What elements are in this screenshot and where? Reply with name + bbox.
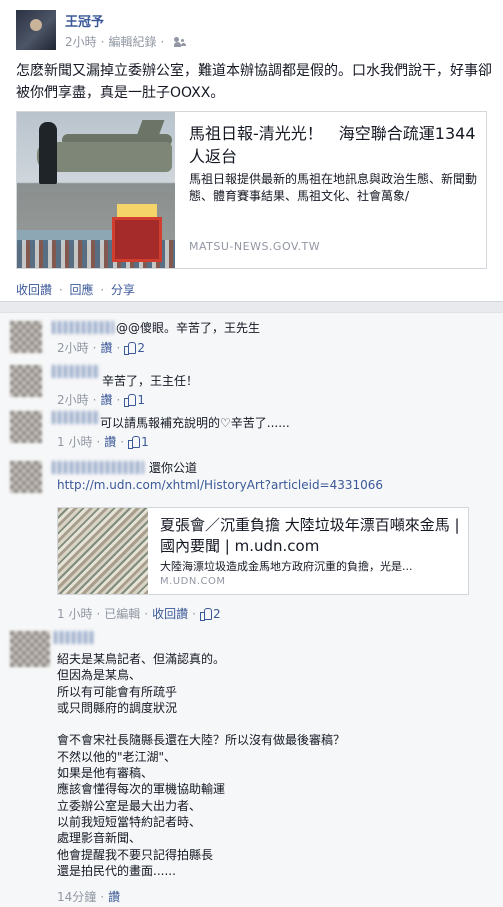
link-description: 馬祖日報提供最新的馬祖在地訊息與政治生態、新聞動態、體育賽事結果、馬祖文化、社會… xyxy=(189,172,478,203)
commenter-name[interactable] xyxy=(54,631,94,644)
link-title[interactable]: 馬祖日報-清光光！ 海空聯合疏運1344人返台 xyxy=(189,122,479,168)
meta-separator: · xyxy=(192,606,196,621)
comment-link-url[interactable]: http://m.udn.com/xhtml/HistoryArt?articl… xyxy=(57,478,383,492)
comment-time[interactable]: 1 小時 xyxy=(57,605,92,622)
commenter-avatar[interactable] xyxy=(10,365,42,397)
meta-separator: · xyxy=(100,889,105,904)
meta-separator: · xyxy=(92,340,97,355)
unlike-button[interactable]: 收回讚 xyxy=(152,605,188,622)
comment-text: 還你公道 xyxy=(149,461,198,475)
meta-separator: · xyxy=(116,392,121,407)
edit-history-link[interactable]: 編輯紀錄 xyxy=(108,33,156,50)
comment-meta: 1 小時 · 讚 · 1 xyxy=(57,433,149,450)
comment-text: 可以請馬報補充說明的♡辛苦了...... xyxy=(100,416,290,430)
meta-separator: · xyxy=(96,606,101,621)
commenter-avatar[interactable] xyxy=(10,411,42,443)
commenter-avatar[interactable] xyxy=(10,631,50,667)
meta-separator: · xyxy=(116,340,121,355)
commenter-avatar[interactable] xyxy=(10,461,42,493)
comment-meta: 2小時 · 讚 · 2 xyxy=(57,339,145,356)
meta-separator: · xyxy=(92,392,97,407)
friends-audience-icon[interactable] xyxy=(174,36,186,47)
comment-time[interactable]: 14分鐘 xyxy=(57,888,96,905)
commenter-name[interactable] xyxy=(52,365,100,378)
post-actions: 收回讚 · 回應 · 分享 xyxy=(16,281,135,298)
stage-shape xyxy=(112,217,162,262)
shared-link-title[interactable]: 夏張會／沉重負擔 大陸垃圾年漂百噸來金馬 | 國內要聞 | m.udn.com xyxy=(160,515,460,557)
thumbs-up-icon[interactable] xyxy=(128,436,141,449)
thumbs-up-icon[interactable] xyxy=(124,394,137,407)
like-button[interactable]: 讚 xyxy=(108,888,120,905)
unlike-button[interactable]: 收回讚 xyxy=(16,283,52,297)
thumbs-up-icon[interactable] xyxy=(199,608,212,621)
plane-shape xyxy=(37,142,172,172)
status-text: 怎麽新聞又漏掉立委辦公室，難道本辦協調都是假的。口水我們說干，好事卻被你們享盡，… xyxy=(16,63,492,101)
like-button[interactable]: 讚 xyxy=(104,433,116,450)
shared-link-domain: M.UDN.COM xyxy=(160,576,226,587)
shared-link-preview[interactable]: 夏張會／沉重負擔 大陸垃圾年漂百噸來金馬 | 國內要聞 | m.udn.com … xyxy=(57,507,469,595)
comment-meta: 14分鐘 · 讚 xyxy=(57,888,120,905)
stage-shape xyxy=(117,204,157,218)
link-preview[interactable]: 馬祖日報-清光光！ 海空聯合疏運1344人返台 馬祖日報提供最新的馬祖在地訊息與… xyxy=(16,111,487,269)
comment-text: 辛苦了，王主任！ xyxy=(102,374,199,388)
link-domain: MATSU-NEWS.GOV.TW xyxy=(189,240,321,253)
comment-meta: 2小時 · 讚 · 1 xyxy=(57,391,145,408)
reply-button[interactable]: 回應 xyxy=(70,283,94,297)
comment-text: 紹夫是某鳥記者、但滿認真的。 但因為是某鳥、 所以有可能會有所疏乎 或只問縣府的… xyxy=(57,652,346,878)
meta-separator: · xyxy=(100,34,105,49)
commenter-name[interactable] xyxy=(52,321,114,334)
meta-separator: · xyxy=(144,606,149,621)
like-count[interactable]: 2 xyxy=(137,341,145,355)
meta-separator: · xyxy=(160,34,165,49)
comment-meta: 1 小時 · 已編輯 · 收回讚 · 2 xyxy=(57,605,221,622)
share-button[interactable]: 分享 xyxy=(111,283,135,297)
author-name[interactable]: 王冠予 xyxy=(65,11,104,30)
post-card: 王冠予 2小時 · 編輯紀錄 · 怎麽新聞又漏掉立委辦公室，難道本辦協調都是假的… xyxy=(0,0,503,302)
comment-time[interactable]: 2小時 xyxy=(57,391,89,408)
like-button[interactable]: 讚 xyxy=(100,391,112,408)
commenter-avatar[interactable] xyxy=(10,321,42,353)
meta-separator: · xyxy=(120,434,125,449)
edited-label[interactable]: 已編輯 xyxy=(104,605,140,622)
link-preview-image[interactable] xyxy=(17,112,175,268)
commenter-name[interactable] xyxy=(52,461,144,474)
shared-link-description: 大陸海漂垃圾造成金馬地方政府沉重的負擔，光是... xyxy=(160,560,413,573)
action-separator: · xyxy=(100,283,105,297)
person-shape xyxy=(39,122,57,184)
comments-section: @@傻眼。辛苦了，王先生 2小時 · 讚 · 2 辛苦了，王主任！ 2小時 · … xyxy=(0,312,503,907)
author-avatar[interactable] xyxy=(16,10,56,50)
meta-separator: · xyxy=(96,434,101,449)
comment-time[interactable]: 1 小時 xyxy=(57,433,92,450)
comment-time[interactable]: 2小時 xyxy=(57,339,89,356)
like-count[interactable]: 1 xyxy=(141,435,149,449)
like-button[interactable]: 讚 xyxy=(100,339,112,356)
comment-text: @@傻眼。辛苦了，王先生 xyxy=(116,321,261,335)
like-count[interactable]: 1 xyxy=(137,393,145,407)
post-time[interactable]: 2小時 xyxy=(65,33,97,50)
thumbs-up-icon[interactable] xyxy=(124,342,137,355)
commenter-name[interactable] xyxy=(52,411,100,424)
post-meta: 2小時 · 編輯紀錄 · xyxy=(65,33,186,50)
action-separator: · xyxy=(58,283,63,297)
shared-link-image[interactable] xyxy=(58,508,148,594)
like-count[interactable]: 2 xyxy=(213,607,221,621)
